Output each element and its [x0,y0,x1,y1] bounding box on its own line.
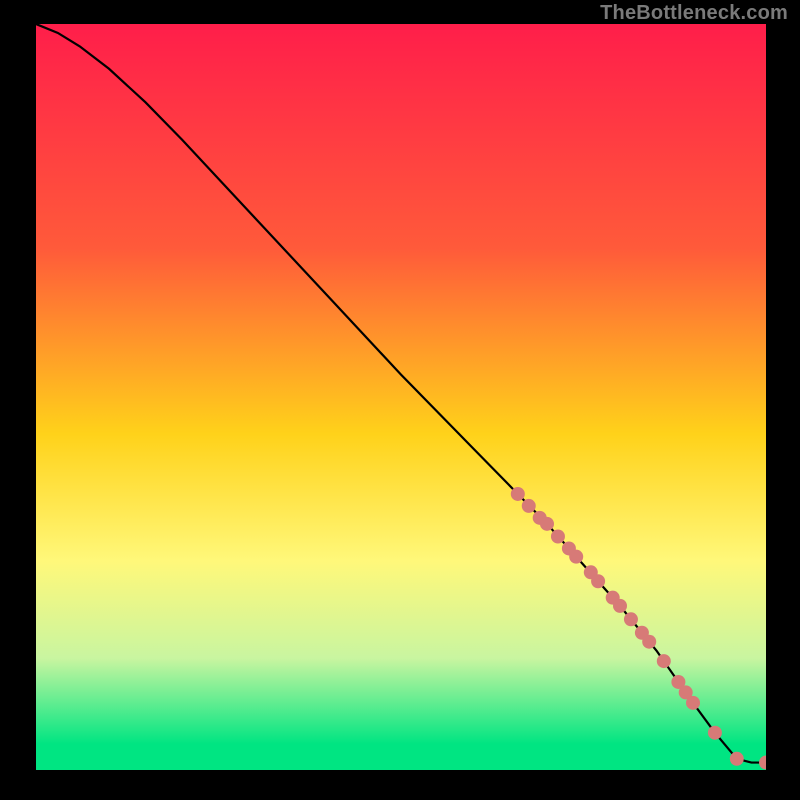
highlight-point [686,696,700,710]
highlight-point [569,550,583,564]
chart-svg [36,24,766,770]
highlight-point [540,517,554,531]
highlight-point [624,612,638,626]
chart-stage: TheBottleneck.com [0,0,800,800]
gradient-background [36,24,766,770]
plot-area [36,24,766,770]
highlight-point [591,574,605,588]
highlight-point [613,599,627,613]
highlight-point [642,635,656,649]
watermark-text: TheBottleneck.com [600,2,788,25]
highlight-point [657,654,671,668]
highlight-point [522,499,536,513]
highlight-point [551,530,565,544]
highlight-point [511,487,525,501]
highlight-point [708,726,722,740]
highlight-point [730,752,744,766]
